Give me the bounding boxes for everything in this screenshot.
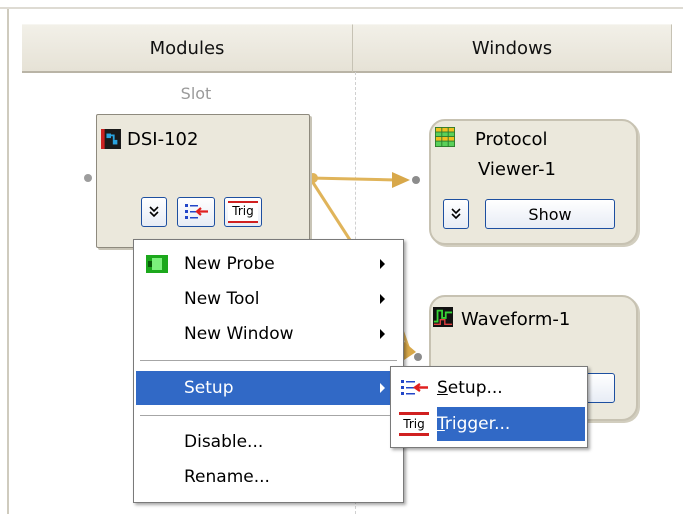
- menu-item-new-tool[interactable]: New Tool: [136, 282, 401, 316]
- connector-to-protocol: [308, 176, 397, 241]
- menu-separator: [140, 360, 397, 362]
- chevron-down-icon: [149, 206, 159, 218]
- waveform-show-button[interactable]: [585, 373, 615, 403]
- trig-icon: Trig: [228, 201, 258, 223]
- menu-item-label: Disable...: [184, 432, 264, 452]
- menu-separator: [140, 415, 397, 417]
- menu-item-setup[interactable]: Setup: [136, 371, 401, 405]
- menu-item-label: Rename...: [184, 467, 270, 487]
- menu-item-disable[interactable]: Disable...: [136, 425, 401, 459]
- dsi-input-port[interactable]: [84, 174, 92, 182]
- dsi-expand-button[interactable]: [141, 197, 167, 227]
- menu-item-label: New Window: [184, 324, 294, 344]
- submenu-arrow-icon: [380, 383, 385, 393]
- menu-item-label: New Probe: [184, 254, 275, 274]
- dsi-trig-button[interactable]: Trig: [224, 197, 262, 227]
- module-context-menu: New Probe New Tool New Window Setup Disa…: [133, 239, 404, 503]
- submenu-item-trigger[interactable]: Trig Trigger...: [393, 407, 585, 441]
- label-rest: etup...: [447, 378, 503, 398]
- submenu-setup-label: Setup...: [437, 378, 503, 398]
- trig-icon-label: Trig: [403, 417, 425, 431]
- dsi-setup-button[interactable]: [177, 197, 215, 227]
- menu-item-rename[interactable]: Rename...: [136, 460, 401, 494]
- trig-icon: Trig: [399, 412, 429, 436]
- waveform-title: Waveform-1: [461, 309, 571, 330]
- setup-submenu: Setup... Trig Trigger...: [390, 366, 588, 448]
- setup-list-icon: [401, 380, 428, 395]
- submenu-item-setup[interactable]: Setup...: [393, 371, 585, 405]
- probe-icon: [146, 255, 168, 273]
- connector-arrow-waveform: [402, 340, 416, 360]
- submenu-arrow-icon: [380, 329, 385, 339]
- submenu-arrow-icon: [380, 294, 385, 304]
- dsi-module-icon: [101, 129, 121, 149]
- module-protocol-viewer[interactable]: Protocol Viewer-1 Show: [429, 119, 638, 245]
- protocol-show-button[interactable]: Show: [485, 199, 615, 229]
- connector-node-waveform: [414, 353, 422, 361]
- connector-arrow-protocol: [392, 172, 410, 188]
- menu-item-new-window[interactable]: New Window: [136, 317, 401, 351]
- protocol-expand-button[interactable]: [443, 199, 469, 229]
- submenu-arrow-icon: [380, 259, 385, 269]
- dsi-module-title: DSI-102: [127, 129, 199, 150]
- grid-table-icon: [435, 127, 455, 147]
- menu-item-label: Setup: [184, 378, 234, 398]
- protocol-viewer-title-line1: Protocol: [475, 129, 548, 150]
- accelerator-key: T: [437, 414, 445, 434]
- menu-item-new-probe[interactable]: New Probe: [136, 247, 401, 281]
- submenu-trigger-label: Trigger...: [437, 414, 510, 434]
- module-dsi-102[interactable]: DSI-102 Trig: [96, 114, 310, 248]
- waveform-icon: [433, 307, 453, 327]
- accelerator-key: S: [437, 378, 448, 398]
- connector-node-protocol: [412, 176, 420, 184]
- trig-icon-label: Trig: [232, 204, 254, 218]
- show-button-label: Show: [528, 204, 572, 224]
- setup-list-icon: [185, 204, 208, 219]
- chevron-down-icon: [451, 208, 461, 220]
- protocol-viewer-title-line2: Viewer-1: [478, 159, 556, 180]
- menu-item-label: New Tool: [184, 289, 260, 309]
- label-rest: rigger...: [444, 414, 511, 434]
